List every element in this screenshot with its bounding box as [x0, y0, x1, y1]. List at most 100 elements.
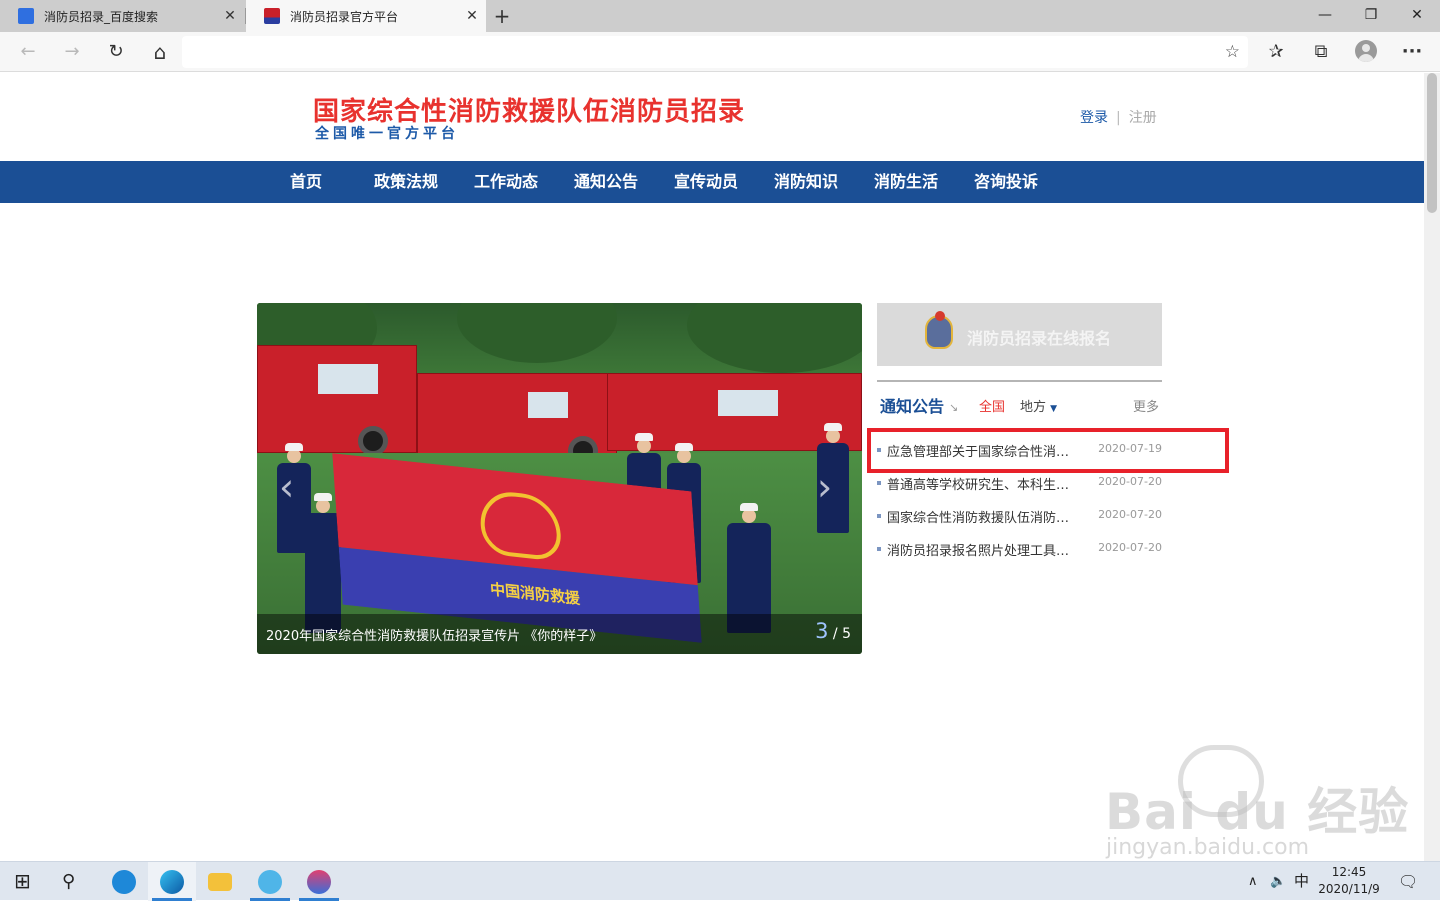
search-icon[interactable]: ⚲ [62, 862, 75, 901]
clock-time: 12:45 [1331, 865, 1367, 879]
add-favorite-icon[interactable]: ☆ [1225, 36, 1240, 68]
internet-explorer-icon[interactable] [100, 862, 148, 901]
slide-counter: 3 / 5 [815, 619, 851, 643]
page-scrollbar[interactable] [1424, 73, 1440, 861]
profile-avatar[interactable] [1355, 40, 1377, 62]
fire-truck [417, 373, 617, 466]
main-navigation: 首页 政策法规 工作动态 通知公告 宣传动员 消防知识 消防生活 咨询投诉 [0, 161, 1424, 203]
volume-icon[interactable]: 🔈 [1270, 862, 1286, 901]
highlight-annotation-box [867, 428, 1229, 473]
arrow-down-right-icon: ↘ [949, 401, 959, 414]
signup-label: 消防员招录在线报名 [967, 329, 1112, 348]
auth-links: 登录 | 注册 [1080, 107, 1157, 127]
paint-app-icon[interactable] [295, 862, 343, 901]
more-menu-icon[interactable]: ··· [1396, 36, 1428, 68]
bullet-icon [877, 547, 881, 551]
nav-work-news[interactable]: 工作动态 [474, 161, 538, 203]
maximize-button[interactable]: ❐ [1348, 0, 1394, 30]
windows-taskbar: ⊞ ⚲ ∧ 🔈 中 12:45 2020/11/9 🗨 [0, 861, 1440, 901]
fire-rescue-badge-icon [925, 311, 953, 349]
tab-title: 消防员招录官方平台 [290, 9, 399, 24]
login-link[interactable]: 登录 [1080, 110, 1108, 126]
file-explorer-icon[interactable] [196, 862, 244, 901]
tab-baidu-search[interactable]: 消防员招录_百度搜索 ✕ [0, 0, 244, 32]
slider-next-icon[interactable]: › [817, 468, 832, 506]
nav-fire-life[interactable]: 消防生活 [874, 161, 938, 203]
web-page: 国家综合性消防救援队伍消防员招录 全国唯一官方平台 登录 | 注册 首页 政策法规 … [0, 73, 1424, 861]
caret-down-icon: ▼ [1050, 404, 1058, 414]
address-bar[interactable]: ☆ [182, 36, 1248, 68]
tray-expand-icon[interactable]: ∧ [1248, 862, 1258, 901]
tab-close-icon[interactable]: ✕ [458, 8, 486, 24]
notice-section-title[interactable]: 通知公告 [880, 393, 944, 417]
notice-item-date: 2020-07-20 [1098, 475, 1162, 488]
system-clock[interactable]: 12:45 2020/11/9 [1314, 864, 1384, 898]
bullet-icon [877, 481, 881, 485]
bullet-icon [877, 514, 881, 518]
baidu-paw-icon [18, 8, 34, 24]
slide-caption[interactable]: 2020年国家综合性消防救援队伍招录宣传片 《你的样子》 [266, 625, 602, 644]
notice-item[interactable]: 消防员招录报名照片处理工具使用说明 2020-07-20 [877, 538, 1162, 560]
browser-toolbar: ← → ↻ ⌂ ☆ ✰ ⧉ ··· [0, 32, 1440, 72]
slide-total: 5 [842, 626, 851, 642]
nav-fire-knowledge[interactable]: 消防知识 [774, 161, 838, 203]
forward-icon[interactable]: → [56, 36, 88, 68]
home-icon[interactable]: ⌂ [144, 36, 176, 68]
online-signup-banner[interactable]: 消防员招录在线报名 [877, 303, 1162, 366]
slide-current: 3 [815, 619, 829, 643]
scrollbar-thumb[interactable] [1427, 73, 1437, 213]
nav-home[interactable]: 首页 [290, 161, 322, 203]
notice-item-date: 2020-07-20 [1098, 541, 1162, 554]
scope-local-tab[interactable]: 地方 ▼ [1020, 396, 1057, 415]
more-link[interactable]: 更多 [1133, 396, 1159, 415]
truck-wheel [358, 426, 388, 456]
scope-local-label: 地方 [1020, 400, 1047, 415]
favorites-icon[interactable]: ✰ [1260, 36, 1292, 68]
notice-item[interactable]: 普通高等学校研究生、本科生应征入伍 2020-07-20 [877, 472, 1162, 494]
fire-rescue-emblem-icon [264, 8, 280, 24]
nav-policy[interactable]: 政策法规 [374, 161, 438, 203]
paint-glyph [307, 870, 331, 894]
truck-window [718, 390, 778, 416]
refresh-icon[interactable]: ↻ [100, 36, 132, 68]
slide-separator: / [828, 626, 843, 642]
edge-browser-icon[interactable] [148, 862, 196, 901]
app-glyph [258, 870, 282, 894]
notification-icon[interactable]: 🗨 [1398, 862, 1418, 901]
notice-divider [877, 380, 1162, 382]
watermark-brand: Bai du 经验 [1105, 783, 1410, 841]
tab-recruitment-platform[interactable]: 消防员招录官方平台 ✕ [246, 0, 486, 32]
folder-glyph [208, 873, 232, 891]
collections-icon[interactable]: ⧉ [1305, 36, 1337, 68]
notice-item-title[interactable]: 消防员招录报名照片处理工具使用说明 [887, 540, 1073, 559]
notice-item-date: 2020-07-20 [1098, 508, 1162, 521]
back-icon[interactable]: ← [12, 36, 44, 68]
slider-prev-icon[interactable]: ‹ [279, 468, 294, 506]
nav-consult[interactable]: 咨询投诉 [974, 161, 1038, 203]
notice-item-title[interactable]: 普通高等学校研究生、本科生应征入伍 [887, 474, 1073, 493]
watermark-url: jingyan.baidu.com [1106, 835, 1310, 860]
ime-indicator[interactable]: 中 [1294, 862, 1309, 901]
auth-divider: | [1116, 110, 1121, 126]
register-link[interactable]: 注册 [1129, 110, 1157, 126]
scope-national-tab[interactable]: 全国 [979, 396, 1005, 415]
nav-notices[interactable]: 通知公告 [574, 161, 638, 203]
app-search-icon[interactable] [246, 862, 294, 901]
site-subtitle: 全国唯一官方平台 [315, 126, 459, 142]
minimize-button[interactable]: — [1302, 0, 1348, 30]
tab-close-icon[interactable]: ✕ [216, 8, 244, 24]
image-slider[interactable]: 中国消防救援 ‹ › 2020年国家综合性消防救援队伍招录宣传片 《你的样子》 … [257, 303, 862, 654]
tab-strip: 消防员招录_百度搜索 ✕ 消防员招录官方平台 ✕ + — ❐ ✕ [0, 0, 1440, 32]
clock-date: 2020/11/9 [1318, 882, 1380, 896]
nav-publicity[interactable]: 宣传动员 [674, 161, 738, 203]
truck-window [318, 364, 378, 394]
edge-glyph [160, 870, 184, 894]
start-button[interactable]: ⊞ [14, 862, 31, 901]
tab-title: 消防员招录_百度搜索 [44, 9, 159, 24]
notice-item[interactable]: 国家综合性消防救援队伍消防员招录 2020-07-20 [877, 505, 1162, 527]
notice-item-title[interactable]: 国家综合性消防救援队伍消防员招录 [887, 507, 1073, 526]
slide-caption-bar: 2020年国家综合性消防救援队伍招录宣传片 《你的样子》 3 / 5 [257, 614, 862, 654]
close-window-button[interactable]: ✕ [1394, 0, 1440, 30]
new-tab-button[interactable]: + [490, 3, 514, 29]
fire-truck [257, 345, 417, 456]
